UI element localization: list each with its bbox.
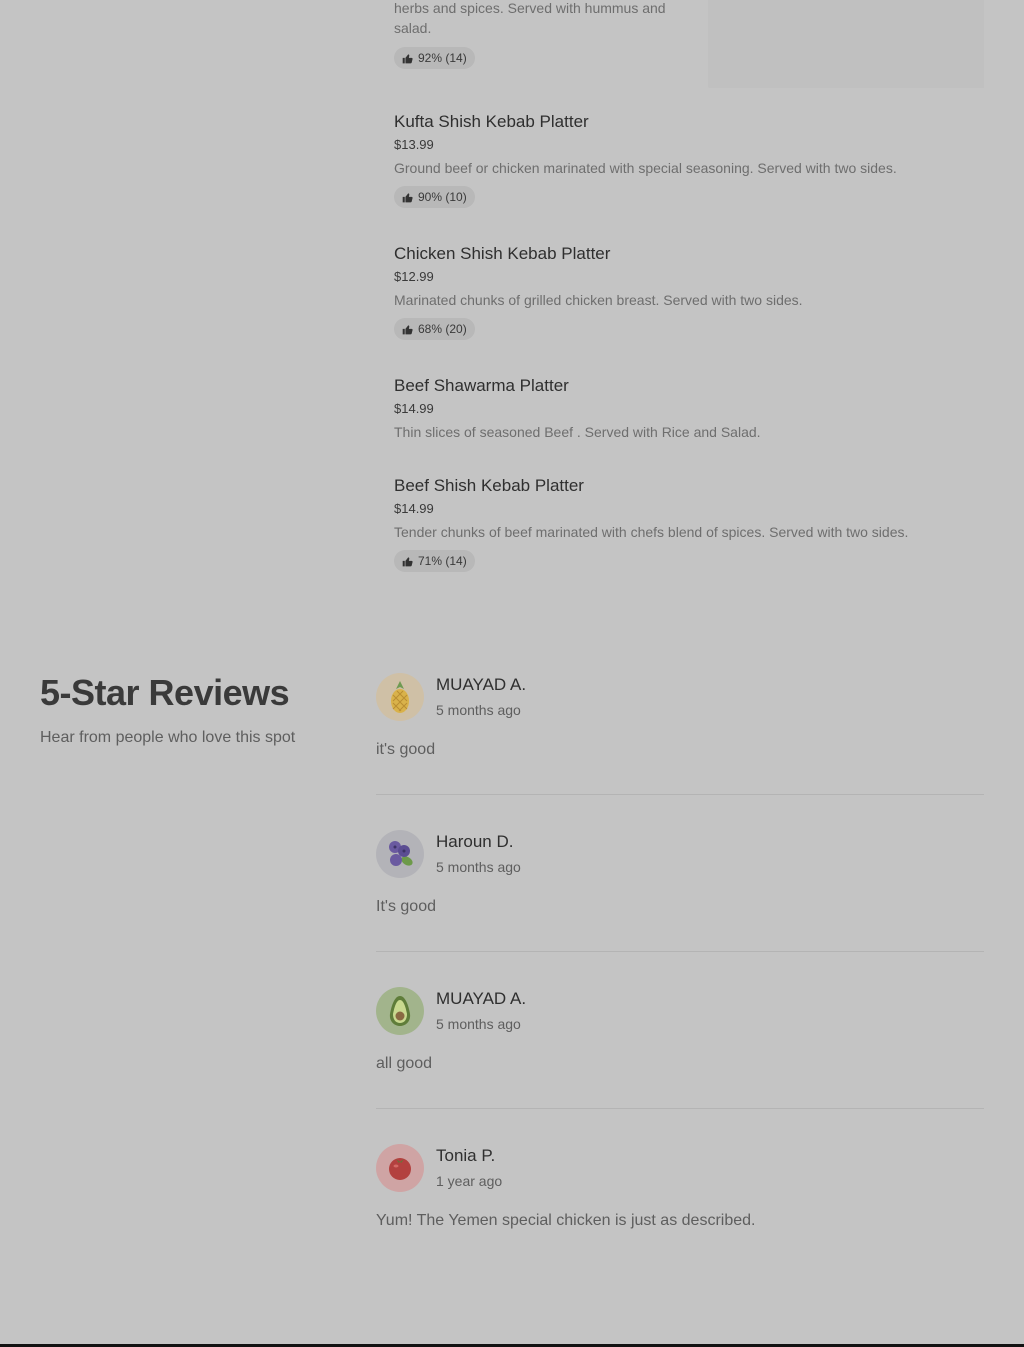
rating-badge: 71% (14)	[394, 550, 475, 572]
review-text: Yum! The Yemen special chicken is just a…	[376, 1212, 756, 1229]
review-text: it's good	[376, 741, 436, 758]
menu-item-title: Kufta Shish Kebab Platter	[394, 112, 589, 131]
avocado-icon	[389, 996, 411, 1026]
thumbs-up-icon	[402, 53, 413, 63]
avatar	[376, 673, 424, 721]
menu-item[interactable]: Beef Shawarma Platter $14.99 Thin slices…	[394, 375, 994, 442]
menu-item[interactable]: Beef Shish Kebab Platter $14.99 Tender c…	[394, 475, 994, 572]
menu-item-description: herbs and spices. Served with hummus and…	[394, 0, 666, 36]
review-card: Tonia P. 1 year ago Yum! The Yemen speci…	[376, 1144, 984, 1301]
reviewer-name: MUAYAD A.	[436, 989, 527, 1008]
avatar	[376, 987, 424, 1035]
review-time: 5 months ago	[436, 859, 521, 875]
menu-item-price: $13.99	[394, 137, 434, 152]
menu-item-description: Marinated chunks of grilled chicken brea…	[394, 292, 803, 308]
menu-item[interactable]: Kufta Shish Kebab Platter $13.99 Ground …	[394, 111, 994, 208]
menu-item-image[interactable]	[708, 0, 984, 88]
menu-item-title: Beef Shish Kebab Platter	[394, 476, 584, 495]
reviews-heading: 5-Star Reviews	[40, 672, 290, 713]
reviewer-name: Tonia P.	[436, 1146, 496, 1165]
reviewer-name: Haroun D.	[436, 832, 514, 851]
rating-text: 92% (14)	[418, 51, 467, 65]
rating-badge: 68% (20)	[394, 318, 475, 340]
divider	[376, 1108, 984, 1109]
review-text: all good	[376, 1055, 433, 1072]
avatar	[376, 1144, 424, 1192]
reviews-subheading: Hear from people who love this spot	[40, 729, 296, 746]
avatar	[376, 830, 424, 878]
review-card: MUAYAD A. 5 months ago all good	[376, 987, 984, 1144]
review-card: MUAYAD A. 5 months ago it's good	[376, 673, 984, 830]
divider	[376, 951, 984, 952]
divider	[376, 794, 984, 795]
menu-item-title: Chicken Shish Kebab Platter	[394, 244, 611, 263]
review-time: 5 months ago	[436, 702, 521, 718]
tomato-icon	[389, 1158, 411, 1180]
thumbs-up-icon	[402, 556, 413, 566]
rating-text: 71% (14)	[418, 554, 467, 568]
pineapple-icon	[391, 681, 409, 713]
menu-item[interactable]: Chicken Shish Kebab Platter $12.99 Marin…	[394, 243, 994, 340]
review-text: It's good	[376, 898, 436, 915]
review-time: 1 year ago	[436, 1173, 503, 1189]
thumbs-up-icon	[402, 192, 413, 202]
menu-item-description: Ground beef or chicken marinated with sp…	[394, 160, 897, 176]
rating-text: 90% (10)	[418, 190, 467, 204]
menu-item-price: $12.99	[394, 269, 434, 284]
rating-badge: 92% (14)	[394, 47, 475, 69]
menu-item-price: $14.99	[394, 401, 434, 416]
menu-item-title: Beef Shawarma Platter	[394, 376, 569, 395]
menu-item-description: Thin slices of seasoned Beef . Served wi…	[394, 424, 761, 440]
reviewer-name: MUAYAD A.	[436, 675, 527, 694]
menu-item-price: $14.99	[394, 501, 434, 516]
blueberry-icon	[389, 841, 413, 866]
rating-text: 68% (20)	[418, 322, 467, 336]
rating-badge: 90% (10)	[394, 186, 475, 208]
thumbs-up-icon	[402, 324, 413, 334]
review-card: Haroun D. 5 months ago It's good	[376, 830, 984, 987]
menu-item-description: Tender chunks of beef marinated with che…	[394, 524, 909, 540]
review-time: 5 months ago	[436, 1016, 521, 1032]
